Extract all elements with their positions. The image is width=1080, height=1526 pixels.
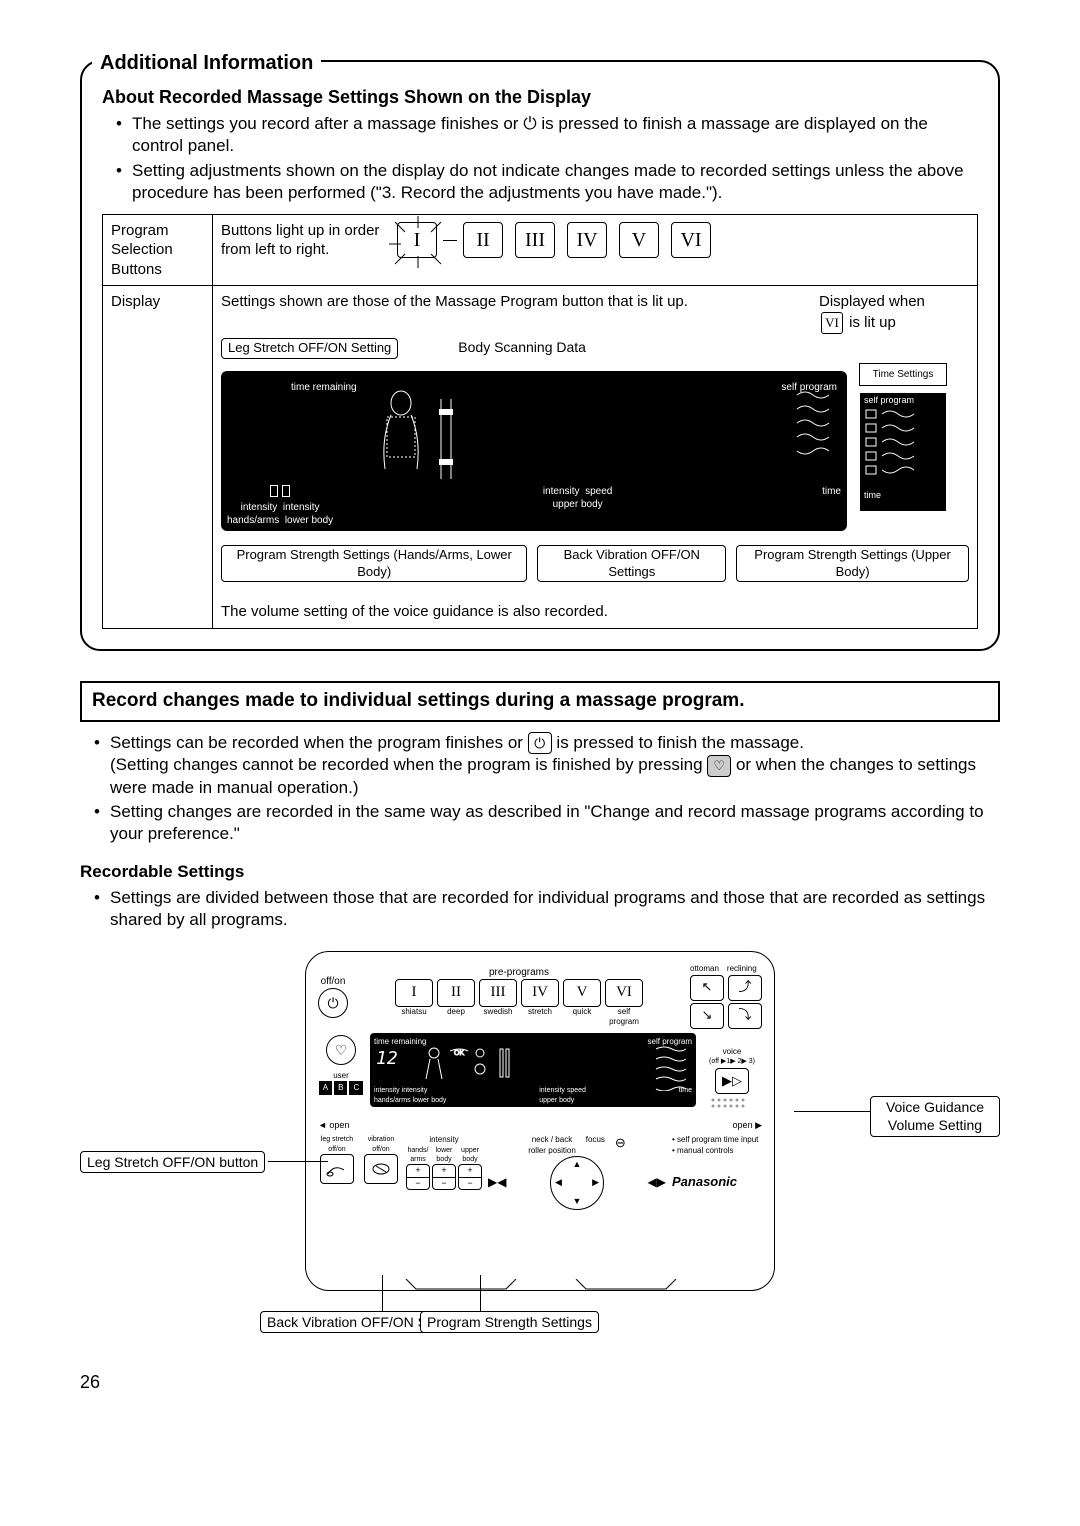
vibration-button[interactable]	[364, 1154, 398, 1184]
display-label: Display	[103, 286, 213, 628]
user-c[interactable]: C	[349, 1081, 363, 1095]
psh-label: Program Strength Settings (Hands/Arms, L…	[221, 545, 527, 583]
is-lit-up: is lit up	[849, 314, 896, 331]
intensity-upper-plus[interactable]: +	[459, 1165, 481, 1178]
prog-vi[interactable]: VI	[605, 979, 643, 1007]
body-scan-label: Body Scanning Data	[458, 338, 586, 359]
callout-leg: Leg Stretch OFF/ON button	[80, 1151, 265, 1173]
record-b2: Setting changes are recorded in the same…	[98, 801, 1000, 845]
displayed-when: Displayed when	[819, 293, 925, 310]
ottoman-up[interactable]: ↖	[690, 975, 724, 1001]
callout-voice: Voice Guidance Volume Setting	[870, 1096, 1000, 1136]
prog-ii[interactable]: II	[437, 979, 475, 1007]
side-preview: self program time	[859, 392, 947, 512]
voice-button[interactable]: ▶▷	[715, 1068, 749, 1094]
dpad[interactable]: ◀ ▶	[550, 1156, 604, 1210]
side-preview-icons	[864, 406, 940, 486]
bvib-label: Back Vibration OFF/ON Settings	[537, 545, 726, 583]
page-number: 26	[80, 1371, 1000, 1394]
leg-stretch-icon	[326, 1160, 348, 1178]
intensity-lower-plus[interactable]: +	[433, 1165, 455, 1178]
display-panel-graphic: time remaining self program	[221, 371, 847, 531]
rays-icon	[383, 210, 453, 270]
box-title: Additional Information	[92, 50, 321, 76]
lightup-note: Buttons light up in order from left to r…	[221, 221, 391, 260]
program-buttons: I II III IV V VI	[348, 979, 690, 1007]
intensity-hands-minus[interactable]: −	[407, 1178, 429, 1190]
record-header: Record changes made to individual settin…	[80, 681, 1000, 722]
intensity-lower-minus[interactable]: −	[433, 1178, 455, 1190]
roman-v: V	[619, 222, 659, 258]
additional-info-box: Additional Information About Recorded Ma…	[80, 60, 1000, 651]
power-button[interactable]: ⏻	[318, 988, 348, 1018]
display-content: Settings shown are those of the Massage …	[213, 286, 977, 628]
open-row: ◄ open open ▶	[318, 1120, 762, 1132]
about-subheading: About Recorded Massage Settings Shown on…	[102, 86, 978, 109]
leg-stretch-button[interactable]	[320, 1154, 354, 1184]
panel-notches	[306, 1279, 776, 1291]
program-selection-row: Program Selection Buttons Buttons light …	[103, 215, 977, 287]
intensity-hands-plus[interactable]: +	[407, 1165, 429, 1178]
about-bullets: The settings you record after a massage …	[102, 113, 978, 203]
roman-ii: II	[463, 222, 503, 258]
heart-button[interactable]: ♡	[326, 1035, 356, 1065]
self-program-icons	[795, 389, 837, 459]
bullet-1: The settings you record after a massage …	[120, 113, 978, 157]
control-panel-diagram: off/on ⏻ pre-programs I II III IV V VI s…	[305, 951, 775, 1291]
roman-vi: VI	[671, 222, 711, 258]
leg-stretch-label: Leg Stretch OFF/ON Setting	[221, 338, 398, 359]
prog-i[interactable]: I	[395, 979, 433, 1007]
body-silhouette-icon	[351, 389, 551, 489]
voice-dots-icon	[707, 1096, 757, 1114]
reclining-up[interactable]: ⤴	[728, 975, 762, 1001]
svg-text:OK: OK	[454, 1050, 464, 1057]
psu-label: Program Strength Settings (Upper Body)	[736, 545, 969, 583]
user-b[interactable]: B	[334, 1081, 347, 1095]
user-a[interactable]: A	[319, 1081, 332, 1095]
time-remaining-label: time remaining	[291, 381, 357, 394]
recordable-subhead: Recordable Settings	[80, 861, 1000, 883]
inner-table: Program Selection Buttons Buttons light …	[102, 214, 978, 629]
power-icon: ⏻	[528, 732, 552, 754]
record-bullets: Settings can be recorded when the progra…	[80, 732, 1000, 845]
brand-logo: Panasonic	[672, 1174, 762, 1191]
reclining-down[interactable]: ⤵	[728, 1003, 762, 1029]
display-top-note: Settings shown are those of the Massage …	[221, 292, 688, 312]
lcd-display: time remaining self program 12 OK	[370, 1033, 696, 1107]
record-b3: Settings are divided between those that …	[98, 887, 1000, 931]
record-b1: Settings can be recorded when the progra…	[98, 732, 1000, 799]
roman-iii: III	[515, 222, 555, 258]
lcd-body-icon: OK	[420, 1045, 540, 1085]
display-row: Display Settings shown are those of the …	[103, 286, 977, 628]
program-selection-content: Buttons light up in order from left to r…	[213, 215, 977, 286]
bullet-2: Setting adjustments shown on the display…	[120, 160, 978, 204]
heart-icon: ♡	[707, 755, 731, 777]
prog-iv[interactable]: IV	[521, 979, 559, 1007]
volume-note: The volume setting of the voice guidance…	[221, 602, 969, 622]
lcd-selfprog-icons	[654, 1045, 690, 1091]
prog-iii[interactable]: III	[479, 979, 517, 1007]
roman-vi-sm: VI	[821, 312, 843, 334]
time-settings-box: Time Settings	[859, 363, 947, 386]
vibration-icon	[370, 1160, 392, 1178]
ottoman-down[interactable]: ↘	[690, 1003, 724, 1029]
recordable-bullets: Settings are divided between those that …	[80, 887, 1000, 931]
program-selection-label: Program Selection Buttons	[103, 215, 213, 286]
callout-progstrength: Program Strength Settings	[420, 1311, 599, 1333]
width-narrow[interactable]: ▶◀	[488, 1175, 506, 1191]
intensity-upper-minus[interactable]: −	[459, 1178, 481, 1190]
prog-v[interactable]: V	[563, 979, 601, 1007]
width-wide[interactable]: ◀▶	[648, 1175, 666, 1191]
roman-iv: IV	[567, 222, 607, 258]
